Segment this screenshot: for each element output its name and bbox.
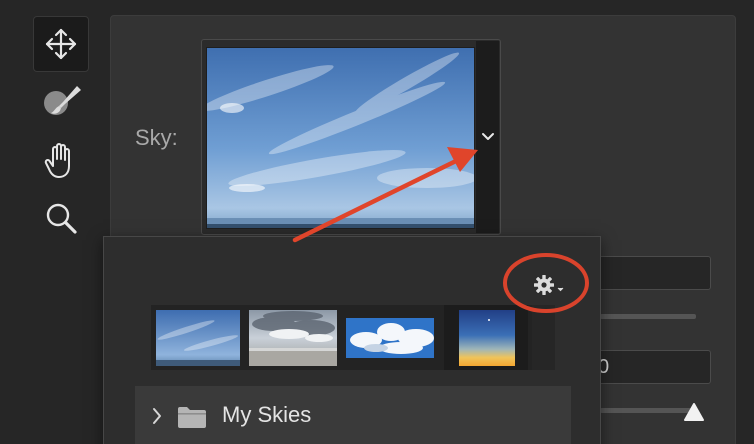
tool-strip — [0, 0, 106, 444]
hand-icon — [44, 143, 70, 178]
zoom-icon — [46, 203, 77, 234]
sky-thumbnail-3[interactable] — [346, 310, 434, 366]
slider-top[interactable] — [600, 314, 696, 319]
sky-dropdown-button[interactable] — [476, 41, 499, 233]
slider-thumb-icon[interactable] — [683, 402, 705, 422]
preset-settings-button[interactable] — [531, 272, 567, 298]
slider-bottom[interactable] — [600, 408, 696, 413]
sky-thumbnail-4[interactable] — [459, 310, 515, 366]
thumbnail-scrollbar[interactable] — [532, 305, 555, 370]
gear-icon — [534, 275, 564, 295]
folder-label: My Skies — [222, 402, 312, 427]
sky-brush-tool-button[interactable] — [33, 72, 89, 128]
value-field-top[interactable] — [597, 256, 711, 290]
folder-icon — [178, 407, 206, 428]
chevron-right-icon[interactable] — [151, 405, 163, 427]
zoom-tool-button[interactable] — [33, 190, 89, 246]
sky-brush-icon — [44, 86, 81, 115]
sky-thumbnail-1[interactable] — [156, 310, 240, 366]
sky-thumbnail-2[interactable] — [249, 310, 337, 366]
hand-tool-button[interactable] — [33, 132, 89, 188]
move-tool-button[interactable] — [33, 16, 89, 72]
sky-preview-image[interactable] — [206, 47, 475, 229]
value-field-bottom[interactable]: 0 — [597, 350, 711, 384]
chevron-down-icon — [481, 133, 494, 140]
sky-label: Sky: — [135, 125, 178, 150]
move-icon — [45, 28, 77, 60]
